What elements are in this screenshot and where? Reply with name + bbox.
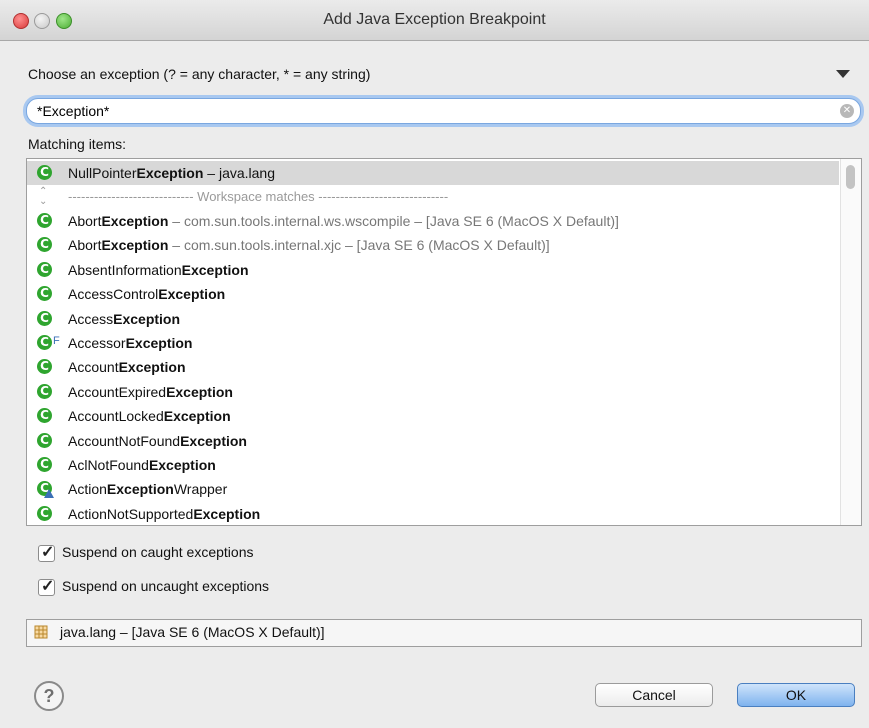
matching-items-label: Matching items: xyxy=(28,136,127,152)
class-icon: C xyxy=(37,383,52,399)
class-icon: C xyxy=(37,213,52,228)
class-name: AccountNotFoundException xyxy=(68,432,247,449)
help-button[interactable]: ? xyxy=(34,681,64,711)
class-icon: C xyxy=(37,261,52,277)
class-name: AccessException xyxy=(68,310,181,327)
filter-prompt: Choose an exception (? = any character, … xyxy=(28,66,371,82)
class-name: AccountExpiredException xyxy=(68,383,233,400)
class-icon: C xyxy=(37,432,52,448)
separator-chevron-icon: ⌃ ⌄ xyxy=(39,186,48,207)
package-icon xyxy=(34,625,48,639)
list-item[interactable]: C F AccessorException xyxy=(27,331,839,355)
cancel-button[interactable]: Cancel xyxy=(595,683,713,707)
window-title: Add Java Exception Breakpoint xyxy=(323,11,546,28)
class-name: ActionNotSupportedException xyxy=(68,505,261,522)
list-item[interactable]: C AccessException xyxy=(27,307,839,331)
ok-button[interactable]: OK xyxy=(737,683,855,707)
list-scrollbar[interactable] xyxy=(840,159,861,525)
workspace-separator: ⌃ ⌄ ----------------------------- Workspa… xyxy=(39,186,449,207)
class-name: AclNotFoundException xyxy=(68,457,216,473)
class-icon: C xyxy=(37,310,52,326)
status-text: java.lang – [Java SE 6 (MacOS X Default)… xyxy=(60,624,325,640)
class-name: AccessorException xyxy=(68,335,193,351)
class-icon: C xyxy=(37,165,52,180)
class-icon: C xyxy=(37,359,52,375)
scrollbar-thumb[interactable] xyxy=(846,165,855,189)
class-icon: C xyxy=(37,408,52,424)
class-icon: C xyxy=(37,237,52,253)
suspend-caught-checkbox[interactable]: ✓ xyxy=(38,544,55,562)
class-icon: C xyxy=(37,505,52,521)
status-bar: java.lang – [Java SE 6 (MacOS X Default)… xyxy=(26,619,862,647)
class-name: AbsentInformationException xyxy=(68,261,249,278)
title-bar: Add Java Exception Breakpoint xyxy=(0,0,869,41)
view-menu-arrow-icon[interactable] xyxy=(836,70,850,78)
class-icon: C xyxy=(37,335,52,350)
list-item[interactable]: C AccountException xyxy=(27,355,839,379)
list-item-history[interactable]: C NullPointerException – java.lang xyxy=(27,161,839,185)
list-item[interactable]: C AclNotFoundException xyxy=(27,453,839,477)
suspend-uncaught-checkbox[interactable]: ✓ xyxy=(38,578,55,596)
list-item[interactable]: C AbortException – com.sun.tools.internal… xyxy=(27,233,839,257)
clear-search-icon[interactable]: ✕ xyxy=(840,104,854,118)
class-name: AbortException – com.sun.tools.internal.… xyxy=(68,237,550,254)
class-name: AbortException – com.sun.tools.internal.… xyxy=(68,213,619,229)
class-icon: C xyxy=(37,286,52,302)
list-item[interactable]: C AbortException – com.sun.tools.internal… xyxy=(27,209,839,233)
list-item[interactable]: C ActionExceptionWrapper xyxy=(27,477,839,501)
list-item[interactable]: C AccountNotFoundException xyxy=(27,429,839,453)
class-name: ActionExceptionWrapper xyxy=(68,481,228,498)
list-item[interactable]: C AccountExpiredException xyxy=(27,380,839,404)
final-marker: F xyxy=(53,335,60,347)
list-item[interactable]: C AbsentInformationException xyxy=(27,258,839,282)
search-input[interactable] xyxy=(37,101,827,121)
class-icon: C xyxy=(37,457,52,472)
list-item[interactable]: C ActionNotSupportedException xyxy=(27,502,839,525)
suspend-uncaught-label: Suspend on uncaught exceptions xyxy=(62,578,270,594)
class-name: AccountLockedException xyxy=(68,408,231,425)
search-field[interactable]: ✕ xyxy=(26,98,861,124)
list-item[interactable]: C AccountLockedException xyxy=(27,404,839,428)
class-name: AccountException xyxy=(68,359,186,376)
class-icon: C xyxy=(37,481,54,499)
list-item[interactable]: C AccessControlException xyxy=(27,282,839,306)
matching-items-list[interactable]: C NullPointerException – java.lang ⌃ ⌄ --… xyxy=(26,158,862,526)
class-name: AccessControlException xyxy=(68,286,226,303)
abstract-overlay-icon xyxy=(44,489,54,499)
suspend-caught-label: Suspend on caught exceptions xyxy=(62,544,254,560)
